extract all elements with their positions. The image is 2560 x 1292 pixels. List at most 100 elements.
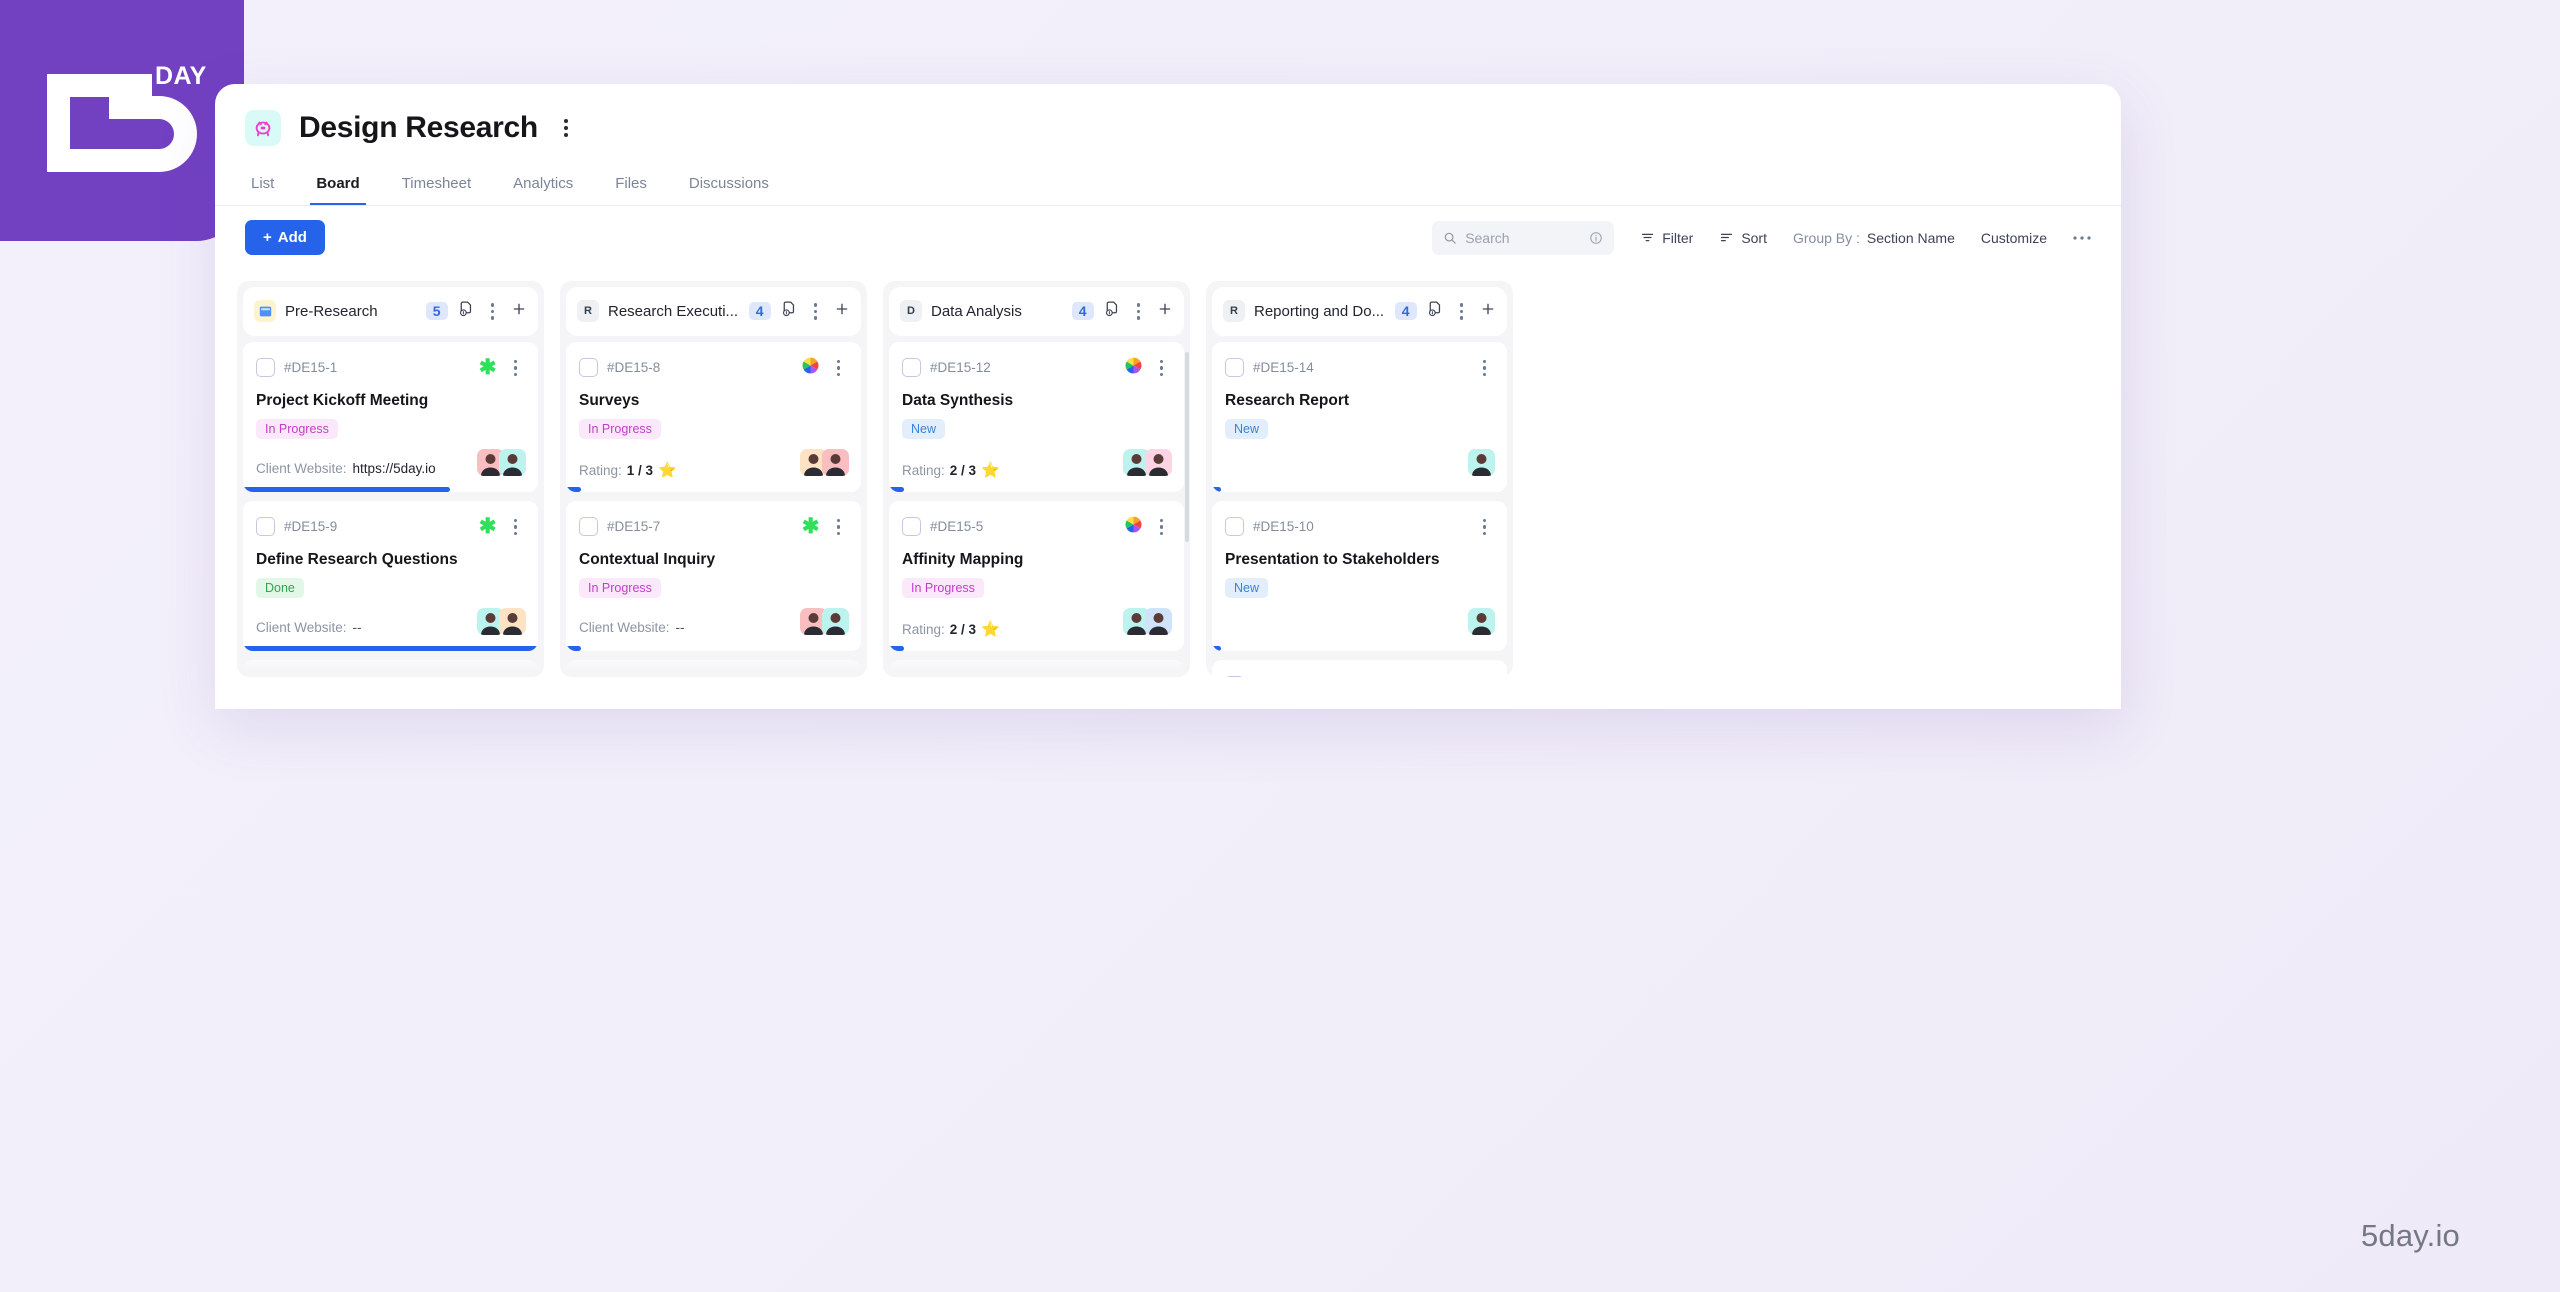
task-card[interactable]: #DE15-3Develop Research PlanIn Progress <box>243 659 538 678</box>
asterisk-icon[interactable]: ✱ <box>479 356 497 379</box>
card-checkbox[interactable] <box>902 358 921 378</box>
card-checkbox[interactable] <box>1225 517 1244 537</box>
card-menu-button[interactable] <box>1475 354 1495 383</box>
tab-files[interactable]: Files <box>609 175 653 205</box>
card-header: #DE15-9 ✱ <box>256 513 525 542</box>
task-card[interactable]: #DE15-12 Data Synthesis New Rating: 2 / 3 ⭐ <box>889 341 1184 492</box>
sort-button[interactable]: Sort <box>1719 230 1767 246</box>
card-header: #DE15-7 ✱ <box>579 513 848 542</box>
card-field-value: 1 / 3 <box>626 463 654 478</box>
column-add-card-button[interactable] <box>1480 301 1496 322</box>
asterisk-icon[interactable]: ✱ <box>479 515 497 538</box>
task-card[interactable]: #DE15-10 Presentation to Stakeholders New <box>1212 500 1507 651</box>
card-menu-button[interactable] <box>829 513 849 542</box>
document-icon <box>805 674 816 677</box>
card-title: Research Report <box>1225 392 1350 409</box>
column-menu-button[interactable] <box>1129 297 1149 326</box>
group-by-control[interactable]: Group By : Section Name <box>1793 230 1955 246</box>
filter-icon <box>1642 233 1654 242</box>
card-header: #DE15-10 <box>1225 513 1494 542</box>
card-menu-button[interactable] <box>1475 513 1495 542</box>
card-checkbox[interactable] <box>256 517 275 537</box>
task-card[interactable]: #DE15-8 Surveys In Progress Rating: 1 / 3 ⭐ <box>566 341 861 492</box>
card-type-icon[interactable] <box>1124 674 1143 677</box>
column-add-card-button[interactable] <box>834 301 850 322</box>
add-button[interactable]: + Add <box>245 220 325 255</box>
card-checkbox[interactable] <box>579 358 598 378</box>
filter-label: Filter <box>1662 229 1694 246</box>
card-checkbox[interactable] <box>902 517 921 537</box>
card-progress-bar <box>889 486 904 492</box>
task-card[interactable]: #DE15-9 ✱ Define Research Questions Done Cli… <box>243 500 538 651</box>
card-checkbox[interactable] <box>256 358 275 378</box>
filter-button[interactable]: Filter <box>1640 230 1693 246</box>
tab-board[interactable]: Board <box>310 175 366 205</box>
status-badge: New <box>1225 578 1269 598</box>
card-menu-button[interactable] <box>506 513 526 542</box>
card-checkbox[interactable] <box>579 676 598 677</box>
card-type-icon[interactable] <box>1124 515 1143 539</box>
column-scrollbar[interactable] <box>1185 351 1189 542</box>
card-menu-button[interactable] <box>829 354 849 383</box>
column-duplicate-button[interactable] <box>1426 300 1443 322</box>
column-menu-button[interactable] <box>806 297 826 326</box>
status-badge: Done <box>256 578 304 598</box>
column-add-card-button[interactable] <box>1157 301 1173 322</box>
card-type-icon[interactable] <box>801 356 820 380</box>
card-type-icon[interactable]: ✱ <box>479 516 497 538</box>
task-card[interactable]: #DE15-7 ✱ Contextual Inquiry In Progress Cli… <box>566 500 861 651</box>
board-column: R Research Executi... 4 #DE15-8 Surveys In Pr… <box>560 281 867 677</box>
card-menu-button[interactable] <box>506 672 526 678</box>
column-title: Reporting and Do... <box>1254 302 1385 320</box>
customize-button[interactable]: Customize <box>1981 230 2047 246</box>
card-field-label: Client Website: <box>256 461 347 476</box>
column-card-list: #DE15-14 Research Report New #DE15-10 Presen… <box>1206 341 1513 678</box>
avatar <box>1468 607 1495 635</box>
more-options-button[interactable] <box>2073 235 2091 241</box>
card-type-icon[interactable] <box>480 673 497 677</box>
card-checkbox[interactable] <box>579 517 598 537</box>
task-card[interactable]: #DE15-13Persona DevelopmentNew <box>889 659 1184 678</box>
tab-list[interactable]: List <box>245 175 280 205</box>
card-menu-button[interactable] <box>1152 672 1172 678</box>
card-checkbox[interactable] <box>256 676 275 677</box>
tab-analytics[interactable]: Analytics <box>507 175 579 205</box>
status-badge: New <box>1225 419 1269 439</box>
star-icon: ⭐ <box>658 462 677 479</box>
card-checkbox[interactable] <box>1225 676 1244 677</box>
board-column: R Reporting and Do... 4 #DE15-14 Research Re… <box>1206 281 1513 677</box>
column-duplicate-button[interactable] <box>1103 300 1120 322</box>
project-menu-button[interactable] <box>556 113 576 143</box>
column-add-card-button[interactable] <box>511 301 527 322</box>
column-menu-button[interactable] <box>1452 297 1472 326</box>
asterisk-icon[interactable]: ✱ <box>802 515 820 538</box>
card-menu-button[interactable] <box>829 672 849 678</box>
column-menu-button[interactable] <box>483 297 503 326</box>
card-header: #DE15-12 <box>902 354 1171 383</box>
task-card[interactable]: #DE15-2Documentation and ArchivingNew <box>1212 659 1507 678</box>
card-field-value: -- <box>675 620 685 635</box>
card-menu-button[interactable] <box>1152 513 1172 542</box>
card-menu-button[interactable] <box>1475 672 1495 678</box>
column-emoji-icon <box>254 300 276 323</box>
card-checkbox[interactable] <box>1225 358 1244 378</box>
card-type-icon[interactable]: ✱ <box>479 357 497 379</box>
column-duplicate-button[interactable] <box>780 300 797 322</box>
tab-discussions[interactable]: Discussions <box>683 175 775 205</box>
avatar <box>1468 448 1495 476</box>
column-duplicate-button[interactable] <box>457 300 474 322</box>
card-type-icon[interactable]: ✱ <box>802 516 820 538</box>
tab-timesheet[interactable]: Timesheet <box>396 175 477 205</box>
card-type-icon[interactable] <box>803 673 820 677</box>
card-field-label: Rating: <box>579 463 622 478</box>
task-card[interactable]: #DE15-14 Research Report New <box>1212 341 1507 492</box>
task-card[interactable]: #DE15-17Usability TestingNew <box>566 659 861 678</box>
card-menu-button[interactable] <box>506 354 526 383</box>
card-type-icon[interactable] <box>1124 356 1143 380</box>
task-card[interactable]: #DE15-5 Affinity Mapping In Progress Rating… <box>889 500 1184 651</box>
card-checkbox[interactable] <box>902 676 921 677</box>
card-menu-button[interactable] <box>1152 354 1172 383</box>
search-input[interactable]: Search <box>1432 220 1615 255</box>
task-card[interactable]: #DE15-1 ✱ Project Kickoff Meeting In Progre… <box>243 341 538 492</box>
avatar <box>822 448 849 476</box>
